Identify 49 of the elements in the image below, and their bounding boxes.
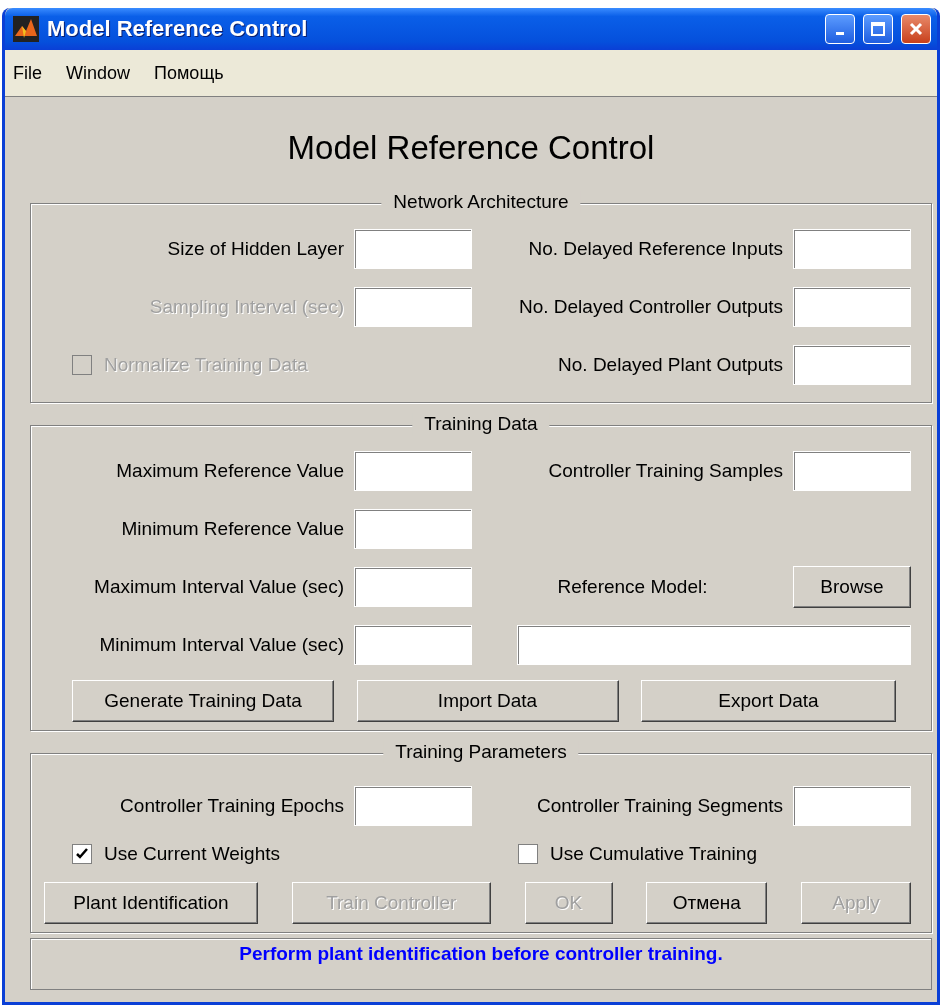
field-label: No. Delayed Reference Inputs <box>527 238 783 260</box>
field-label: Minimum Reference Value <box>120 518 344 540</box>
status-message: Perform plant identification before controller training. <box>239 943 723 966</box>
input-field[interactable] <box>793 287 911 327</box>
checkbox-label: Use Cumulative Training <box>550 843 757 865</box>
field-label: Reference Model: <box>556 576 709 598</box>
input-field[interactable] <box>354 229 472 269</box>
input-field[interactable] <box>793 451 911 491</box>
field-label: Maximum Reference Value <box>115 460 344 482</box>
input-field[interactable] <box>354 567 472 607</box>
input-field[interactable] <box>793 786 911 826</box>
browse-button[interactable]: Browse <box>793 566 911 608</box>
action-button[interactable]: Plant Identification <box>44 882 258 924</box>
input-field[interactable] <box>793 345 911 385</box>
field-label: No. Delayed Controller Outputs <box>518 296 783 318</box>
maximize-icon <box>870 21 886 37</box>
action-button[interactable]: Export Data <box>641 680 896 722</box>
field-label: Maximum Interval Value (sec) <box>93 576 344 598</box>
input-field[interactable] <box>354 287 472 327</box>
minimize-icon <box>836 31 844 35</box>
input-field[interactable] <box>354 451 472 491</box>
action-button[interactable]: Generate Training Data <box>72 680 334 722</box>
close-icon <box>908 21 924 37</box>
field-label: No. Delayed Plant Outputs <box>557 354 783 376</box>
minimize-button[interactable] <box>825 14 855 44</box>
action-button[interactable]: Отмена <box>646 882 768 924</box>
input-field[interactable] <box>354 786 472 826</box>
input-field[interactable] <box>517 625 911 665</box>
close-button[interactable] <box>901 14 931 44</box>
checkbox[interactable] <box>518 844 538 864</box>
window-title: Model Reference Control <box>47 16 309 42</box>
checkbox-label: Use Current Weights <box>104 843 280 865</box>
field-label: Controller Training Epochs <box>119 795 344 817</box>
menu-item[interactable]: Помощь <box>154 62 224 84</box>
menu-item[interactable]: File <box>13 62 42 84</box>
input-field[interactable] <box>354 509 472 549</box>
maximize-button[interactable] <box>863 14 893 44</box>
input-field[interactable] <box>793 229 911 269</box>
field-label: Minimum Interval Value (sec) <box>98 634 344 656</box>
checkbox[interactable] <box>72 844 92 864</box>
input-field[interactable] <box>354 625 472 665</box>
field-label: Controller Training Segments <box>535 795 783 817</box>
dialog-heading: Model Reference Control <box>286 129 656 167</box>
field-label: Controller Training Samples <box>547 460 783 482</box>
action-button[interactable]: Import Data <box>356 680 619 722</box>
menu-item[interactable]: Window <box>66 62 131 84</box>
app-icon <box>13 16 39 42</box>
field-label: Size of Hidden Layer <box>166 238 344 260</box>
check-icon <box>75 847 89 861</box>
